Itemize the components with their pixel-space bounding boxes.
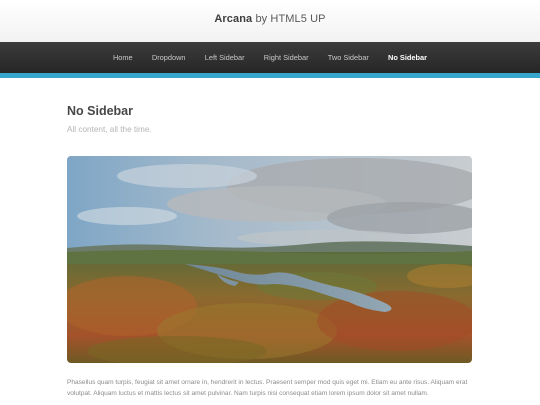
nav-list: Home Dropdown Left Sidebar Right Sidebar…	[0, 42, 540, 78]
main-nav: Home Dropdown Left Sidebar Right Sidebar…	[0, 42, 540, 78]
site-header: Arcana by HTML5 UP	[0, 0, 540, 42]
body-paragraph: Phasellus quam turpis, feugiat sit amet …	[67, 379, 468, 397]
page-title: No Sidebar	[67, 104, 133, 118]
nav-item-dropdown[interactable]: Dropdown	[152, 53, 186, 62]
hero-landscape-svg	[67, 156, 472, 363]
site-byline: by HTML5 UP	[255, 13, 326, 25]
nav-item-no-sidebar[interactable]: No Sidebar	[388, 53, 427, 78]
nav-item-left-sidebar[interactable]: Left Sidebar	[205, 53, 245, 62]
page-subtitle: All content, all the time.	[67, 125, 152, 134]
nav-accent-bar	[0, 73, 540, 78]
hero-image	[67, 156, 472, 363]
site-brand[interactable]: Arcana	[214, 13, 252, 25]
nav-item-home[interactable]: Home	[113, 53, 133, 62]
site-title[interactable]: Arcana by HTML5 UP	[0, 13, 540, 25]
nav-item-two-sidebar[interactable]: Two Sidebar	[328, 53, 369, 62]
nav-item-right-sidebar[interactable]: Right Sidebar	[264, 53, 309, 62]
